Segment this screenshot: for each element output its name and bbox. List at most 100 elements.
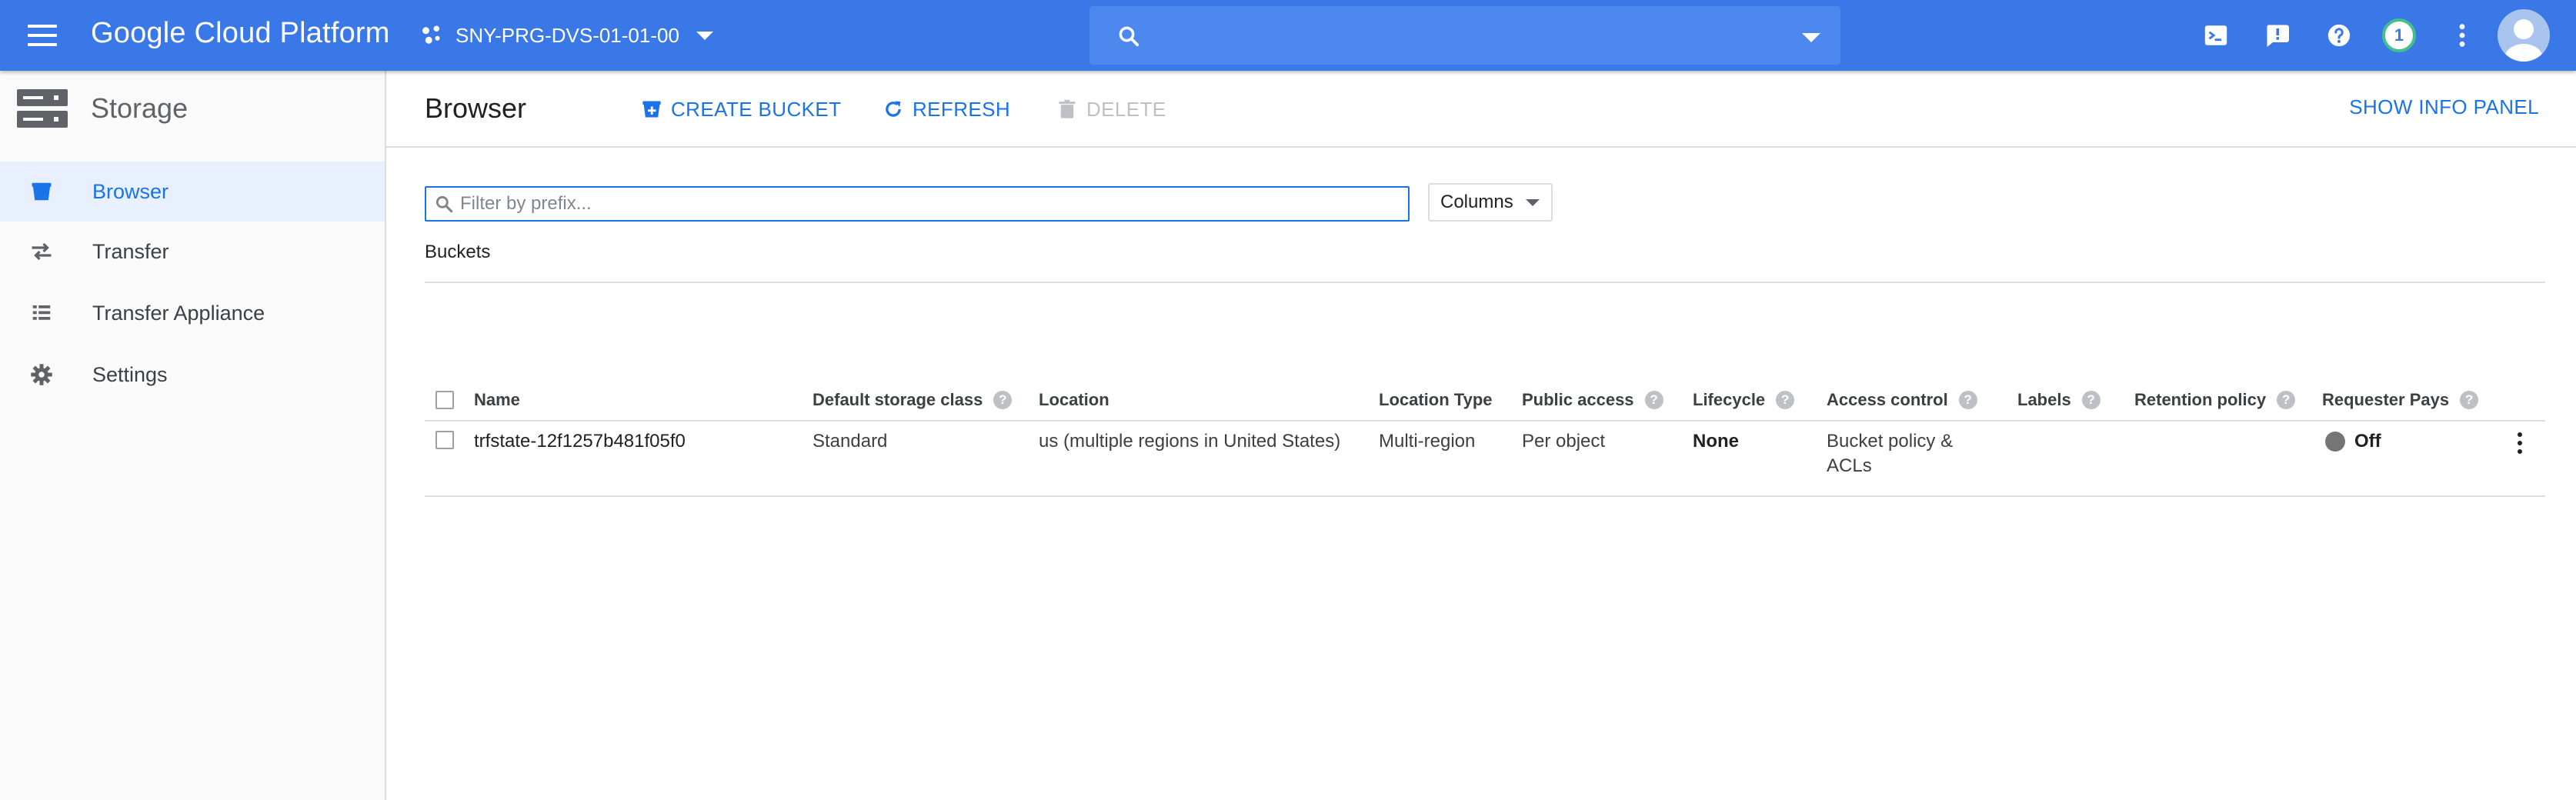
feedback-icon[interactable]: [2262, 20, 2293, 51]
search-icon: [435, 195, 453, 213]
product-name[interactable]: Google Cloud Platform: [91, 17, 390, 50]
cell-public-access: Per object: [1522, 431, 1606, 452]
add-bucket-icon: [640, 98, 663, 121]
column-header-labels[interactable]: Labels ?: [2017, 388, 2101, 412]
header-label: Location Type: [1379, 390, 1493, 409]
divider: [425, 282, 2545, 283]
divider: [425, 495, 2545, 497]
search-icon: [1119, 26, 1140, 47]
create-bucket-button[interactable]: CREATE BUCKET: [640, 94, 841, 125]
refresh-label: REFRESH: [913, 97, 1011, 121]
sidebar-item-label: Browser: [92, 180, 169, 203]
search-input[interactable]: [1089, 6, 1840, 65]
bucket-icon: [29, 179, 54, 204]
filter-box[interactable]: [425, 186, 1410, 222]
row-checkbox[interactable]: [435, 431, 454, 449]
main-content: Browser CREATE BUCKET REFRESH DELETE SHO…: [386, 71, 2576, 800]
help-icon[interactable]: ?: [2081, 391, 2101, 409]
sidebar-item-label: Transfer: [92, 240, 169, 263]
header-label: Location: [1039, 390, 1109, 409]
help-icon[interactable]: ?: [2277, 391, 2296, 409]
divider: [425, 420, 2545, 422]
cell-location: us (multiple regions in United States): [1039, 431, 1341, 452]
help-icon[interactable]: ?: [993, 391, 1013, 409]
header-label: Lifecycle: [1693, 390, 1766, 409]
column-header-name[interactable]: Name: [474, 388, 520, 412]
delete-button[interactable]: DELETE: [1056, 94, 1166, 125]
menu-icon[interactable]: [28, 23, 58, 48]
avatar[interactable]: [2498, 9, 2550, 62]
sidebar-header: Storage: [0, 71, 385, 146]
row-more-vert-icon[interactable]: [2508, 429, 2531, 457]
help-icon[interactable]: [2324, 20, 2354, 51]
bucket-name-link[interactable]: trfstate-12f1257b481f05f0: [474, 429, 686, 454]
trash-icon: [1056, 98, 1079, 121]
header-label: Name: [474, 390, 520, 409]
cell-location-type: Multi-region: [1379, 431, 1476, 452]
chevron-down-icon[interactable]: [1802, 33, 1820, 42]
header-label: Access control: [1827, 390, 1948, 409]
column-header-storage-class[interactable]: Default storage class ?: [813, 388, 1013, 412]
cell-storage-class: Standard: [813, 431, 888, 452]
delete-label: DELETE: [1086, 97, 1166, 121]
page-title: Browser: [425, 92, 527, 124]
sidebar-item-label: Settings: [92, 363, 168, 386]
create-bucket-label: CREATE BUCKET: [671, 97, 842, 121]
requester-pays-value: Off: [2354, 431, 2381, 452]
project-dots-icon: [422, 25, 440, 44]
refresh-icon: [882, 98, 905, 121]
top-app-bar: Google Cloud Platform SNY-PRG-DVS-01-01-…: [0, 0, 2576, 71]
sidebar-title: Storage: [91, 92, 189, 124]
cell-access-control: Bucket policy & ACLs: [1827, 431, 1954, 476]
header-label: Default storage class: [813, 390, 983, 409]
sidebar-item-transfer-appliance[interactable]: Transfer Appliance: [0, 283, 385, 343]
feedback-bubble-icon: [2267, 25, 2289, 47]
more-vert-icon[interactable]: [2447, 20, 2478, 51]
columns-label: Columns: [1440, 192, 1513, 212]
column-header-requester-pays[interactable]: Requester Pays ?: [2322, 388, 2479, 412]
sidebar-item-label: Transfer Appliance: [92, 302, 265, 325]
column-header-location[interactable]: Location: [1039, 388, 1109, 412]
columns-dropdown[interactable]: Columns: [1428, 183, 1553, 222]
list-icon: [29, 301, 54, 325]
sidebar-item-browser[interactable]: Browser: [0, 162, 385, 222]
help-icon[interactable]: ?: [1644, 391, 1663, 409]
header-label: Labels: [2017, 390, 2071, 409]
terminal-icon: [2204, 25, 2227, 45]
column-header-public-access[interactable]: Public access ?: [1522, 388, 1663, 412]
header-label: Requester Pays: [2322, 390, 2450, 409]
section-title: Buckets: [425, 242, 491, 262]
header-label: Public access: [1522, 390, 1634, 409]
action-bar: Browser CREATE BUCKET REFRESH DELETE SHO…: [386, 71, 2576, 148]
cell-requester-pays[interactable]: Off: [2325, 429, 2381, 454]
refresh-button[interactable]: REFRESH: [882, 94, 1010, 125]
project-name: SNY-PRG-DVS-01-01-00: [455, 23, 679, 47]
cloud-shell-icon[interactable]: [2201, 20, 2231, 51]
help-icon[interactable]: ?: [1958, 391, 1977, 409]
storage-icon: [17, 89, 68, 128]
sidebar-item-transfer[interactable]: Transfer: [0, 222, 385, 282]
project-picker[interactable]: SNY-PRG-DVS-01-01-00: [420, 18, 713, 52]
help-circle-icon: [2327, 24, 2351, 47]
dots-icon: [2459, 24, 2465, 47]
notifications-badge[interactable]: 1: [2382, 18, 2416, 52]
select-all-checkbox[interactable]: [435, 391, 454, 409]
person-icon: [2504, 19, 2543, 62]
column-header-retention-policy[interactable]: Retention policy ?: [2134, 388, 2296, 412]
column-header-lifecycle[interactable]: Lifecycle ?: [1693, 388, 1795, 412]
status-dot-icon: [2325, 432, 2345, 452]
help-icon[interactable]: ?: [2460, 391, 2479, 409]
transfer-arrows-icon: [29, 239, 54, 264]
cell-lifecycle[interactable]: None: [1693, 429, 1739, 454]
chevron-down-icon: [1525, 198, 1540, 206]
column-header-access-control[interactable]: Access control ?: [1827, 388, 1977, 412]
sidebar: Storage Browser Transfer Transfer Applia…: [0, 71, 386, 800]
chevron-down-icon: [696, 31, 713, 40]
show-info-panel-button[interactable]: SHOW INFO PANEL: [2349, 95, 2539, 119]
help-icon[interactable]: ?: [1776, 391, 1795, 409]
filter-input[interactable]: [460, 193, 1383, 215]
sidebar-item-settings[interactable]: Settings: [0, 345, 385, 405]
column-header-location-type[interactable]: Location Type: [1379, 388, 1493, 412]
gear-icon: [29, 362, 54, 387]
header-label: Retention policy: [2134, 390, 2267, 409]
